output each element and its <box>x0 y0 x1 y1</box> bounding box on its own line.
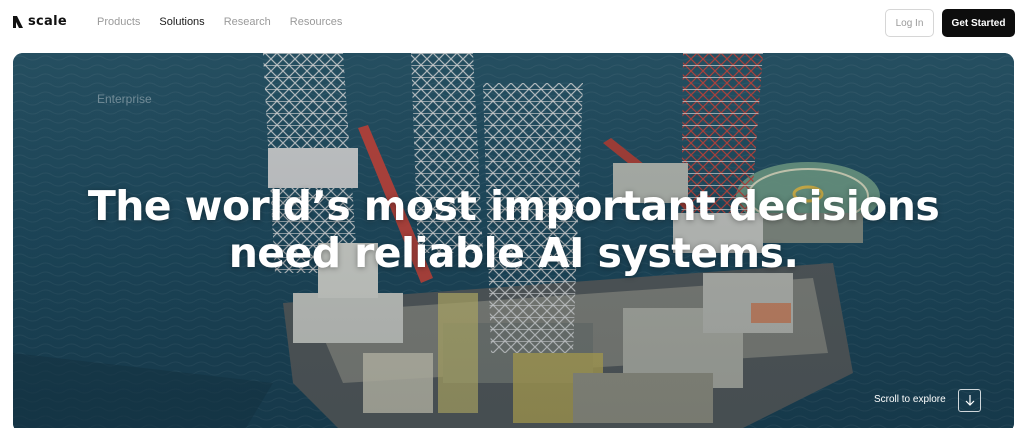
scale-logo-icon <box>13 16 23 28</box>
scroll-to-explore-label[interactable]: Scroll to explore <box>874 394 946 406</box>
scroll-down-button[interactable] <box>958 389 981 412</box>
brand-name: scale <box>28 14 67 29</box>
get-started-button[interactable]: Get Started <box>942 9 1015 37</box>
hero-eyebrow: Enterprise <box>97 92 152 106</box>
login-button[interactable]: Log In <box>885 9 934 37</box>
hero-headline: The world’s most important decisions nee… <box>13 183 1014 277</box>
brand-logo[interactable]: scale <box>13 15 67 29</box>
site-header: scale Products Solutions Research Resour… <box>0 0 1024 45</box>
nav-item-products[interactable]: Products <box>97 15 140 29</box>
hero-banner: Enterprise The world’s most important de… <box>13 53 1014 428</box>
nav-item-solutions[interactable]: Solutions <box>159 15 204 29</box>
arrow-down-icon <box>965 395 974 406</box>
main-nav: Products Solutions Research Resources <box>97 15 342 29</box>
nav-item-research[interactable]: Research <box>224 15 271 29</box>
hero-headline-line-2: need reliable AI systems. <box>228 229 799 277</box>
nav-item-resources[interactable]: Resources <box>290 15 343 29</box>
hero-headline-line-1: The world’s most important decisions <box>87 182 940 230</box>
